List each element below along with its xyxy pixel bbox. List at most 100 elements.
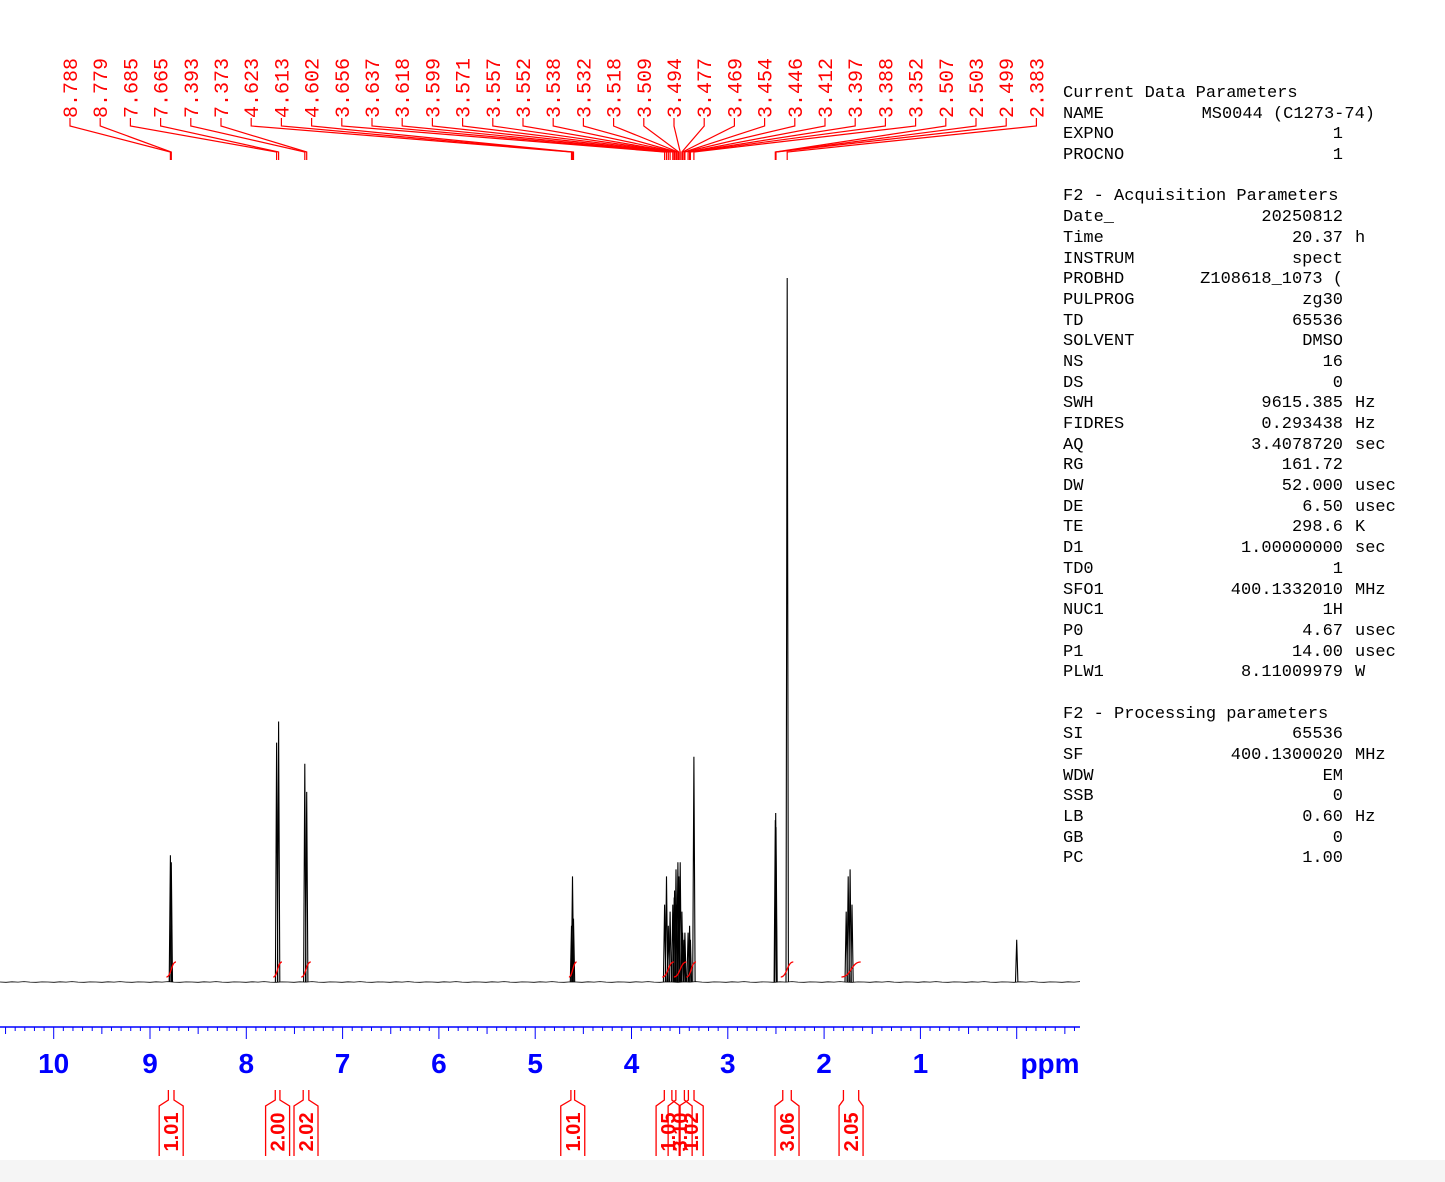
param-row: WDW EM xyxy=(1063,767,1433,788)
param-value: 9615.385 xyxy=(1261,394,1343,414)
param-value: 65536 xyxy=(1291,311,1343,331)
param-unit: W xyxy=(1355,663,1366,683)
x-tick-label: 8 xyxy=(239,1048,255,1079)
x-tick-label: 3 xyxy=(720,1048,736,1079)
param-value: 6.50 xyxy=(1302,497,1343,517)
param-name: TD0 xyxy=(1063,559,1094,579)
x-tick-label: 4 xyxy=(624,1048,640,1079)
peak-label: 3.446 xyxy=(786,58,809,118)
peak-label: 3.618 xyxy=(393,58,416,118)
integral-curve xyxy=(780,961,794,978)
peak-label-connector xyxy=(280,118,574,160)
param-name: FIDRES xyxy=(1063,415,1125,435)
peak-label-connector xyxy=(689,118,887,160)
param-row: PULPROG zg30 xyxy=(1063,291,1433,312)
param-name: NS xyxy=(1063,352,1084,372)
param-value: 400.1300020 xyxy=(1230,746,1343,766)
param-value: 400.1332010 xyxy=(1230,580,1343,600)
peak-label: 3.388 xyxy=(876,58,899,118)
peak-label: 7.665 xyxy=(152,58,175,118)
param-name: TD xyxy=(1063,311,1084,331)
param-row: AQ 3.4078720 sec xyxy=(1063,436,1433,457)
peak-label: 3.599 xyxy=(423,58,446,118)
peak-label: 7.373 xyxy=(212,58,235,118)
peak-label: 3.557 xyxy=(484,58,507,118)
peak-label-connector xyxy=(220,118,308,160)
param-value: 0 xyxy=(1332,373,1343,393)
integral-value: 1.02 xyxy=(681,1113,703,1152)
params-section-title: F2 - Processing parameters xyxy=(1063,704,1329,724)
param-row: P0 4.67 usec xyxy=(1063,622,1433,643)
param-name: SI xyxy=(1063,725,1084,745)
param-row: P1 14.00 usec xyxy=(1063,643,1433,664)
param-row: TD0 1 xyxy=(1063,560,1433,581)
param-name: DW xyxy=(1063,477,1084,497)
peak-label: 3.509 xyxy=(635,58,658,118)
param-name: Date_ xyxy=(1063,208,1115,228)
param-name: SWH xyxy=(1063,394,1094,414)
param-name: GB xyxy=(1063,828,1084,848)
peak-label-connector xyxy=(129,118,278,160)
param-row: PROBHD Z108618_1073 ( xyxy=(1063,270,1433,291)
param-name: NUC1 xyxy=(1063,601,1104,621)
param-row: TD 65536 xyxy=(1063,312,1433,333)
peak-label: 3.494 xyxy=(665,58,688,118)
param-name: P0 xyxy=(1063,621,1084,641)
param-name: Time xyxy=(1063,228,1104,248)
x-axis-label: ppm xyxy=(1020,1048,1079,1079)
param-value: DMSO xyxy=(1302,332,1343,352)
param-row: D1 1.00000000 sec xyxy=(1063,539,1433,560)
param-value: 3.4078720 xyxy=(1251,435,1343,455)
param-row: PLW1 8.11009979 W xyxy=(1063,663,1433,684)
param-unit: Hz xyxy=(1355,394,1376,414)
param-name: NAME xyxy=(1063,104,1104,124)
peak-label: 3.454 xyxy=(756,58,779,118)
peak-label-connector xyxy=(69,118,171,160)
param-row: SOLVENT DMSO xyxy=(1063,332,1433,353)
param-row: SWH 9615.385 Hz xyxy=(1063,394,1433,415)
param-name: PULPROG xyxy=(1063,290,1135,310)
peak-label: 3.397 xyxy=(846,58,869,118)
param-value: EM xyxy=(1322,766,1343,786)
x-tick-label: 6 xyxy=(431,1048,447,1079)
peak-label-connector xyxy=(160,118,280,160)
param-name: DE xyxy=(1063,497,1084,517)
peak-line xyxy=(304,791,309,983)
param-name: TE xyxy=(1063,518,1084,538)
peak-line xyxy=(276,721,281,983)
param-row: DE 6.50 usec xyxy=(1063,498,1433,519)
param-value: 8.11009979 xyxy=(1240,663,1343,683)
peak-label: 3.538 xyxy=(544,58,567,118)
param-unit: usec xyxy=(1355,497,1396,517)
param-value: 20.37 xyxy=(1291,228,1343,248)
param-unit: usec xyxy=(1355,477,1396,497)
integral-value: 2.05 xyxy=(841,1113,863,1152)
peak-label: 3.532 xyxy=(574,58,597,118)
peak-line xyxy=(692,756,696,983)
param-value: 1 xyxy=(1332,125,1343,145)
peak-line xyxy=(668,911,672,983)
param-value: 0.293438 xyxy=(1261,415,1343,435)
param-name: PC xyxy=(1063,849,1084,869)
param-name: SF xyxy=(1063,746,1084,766)
param-value: 4.67 xyxy=(1302,621,1343,641)
param-value: 1.00000000 xyxy=(1240,539,1343,559)
param-row: NAME MS0044 (C1273-74) xyxy=(1063,105,1433,126)
params-section-title: Current Data Parameters xyxy=(1063,84,1298,103)
params-section-title: F2 - Acquisition Parameters xyxy=(1063,187,1339,207)
spectrum-baseline xyxy=(0,981,1081,983)
peak-label: 3.552 xyxy=(514,58,537,118)
peak-label: 3.477 xyxy=(695,58,718,118)
param-unit: usec xyxy=(1355,642,1396,662)
param-row: TE 298.6 K xyxy=(1063,518,1433,539)
x-tick-label: 10 xyxy=(38,1048,69,1079)
param-unit: K xyxy=(1355,518,1366,538)
peak-line xyxy=(785,277,789,983)
param-value: 16 xyxy=(1322,352,1343,372)
param-unit: Hz xyxy=(1355,415,1376,435)
param-row: INSTRUM spect xyxy=(1063,250,1433,271)
param-name: EXPNO xyxy=(1063,125,1115,145)
param-row: DS 0 xyxy=(1063,374,1433,395)
param-row: DW 52.000 usec xyxy=(1063,477,1433,498)
param-unit: MHz xyxy=(1355,580,1386,600)
